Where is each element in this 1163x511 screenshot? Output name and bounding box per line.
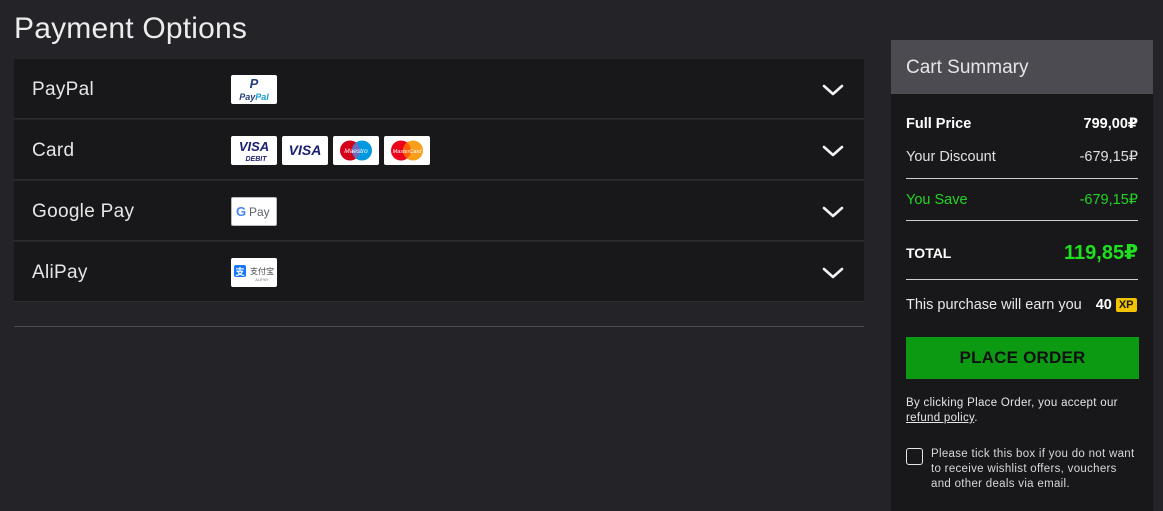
optout-text: Please tick this box if you do not want … — [931, 448, 1135, 490]
svg-text:PayPal: PayPal — [239, 92, 269, 102]
payment-option-paypal[interactable]: PayPal P PayPal — [14, 59, 864, 119]
svg-text:G: G — [236, 204, 246, 219]
maestro-logo-icon: Maestro — [333, 136, 379, 165]
you-save-value: -679,15₽ — [1079, 192, 1138, 208]
payment-logos: P PayPal — [231, 75, 277, 104]
you-save-row: You Save -679,15₽ — [906, 192, 1138, 208]
cart-summary-title: Cart Summary — [891, 40, 1153, 94]
page-title: Payment Options — [14, 12, 248, 45]
full-price-label: Full Price — [906, 116, 972, 132]
divider — [906, 220, 1138, 221]
payment-option-label: Card — [32, 140, 75, 161]
chevron-down-icon[interactable] — [822, 205, 844, 219]
payment-methods-list: PayPal P PayPal Card VISA DEBIT VISA Mae… — [14, 59, 864, 302]
discount-label: Your Discount — [906, 149, 996, 165]
divider — [14, 326, 864, 327]
payment-logos: VISA DEBIT VISA Maestro MasterCard — [231, 136, 430, 165]
you-save-label: You Save — [906, 192, 968, 208]
full-price-value: 799,00₽ — [1083, 116, 1138, 132]
svg-text:DEBIT: DEBIT — [246, 156, 268, 163]
payment-option-card[interactable]: Card VISA DEBIT VISA Maestro MasterCard — [14, 120, 864, 180]
svg-text:MasterCard: MasterCard — [393, 149, 423, 155]
svg-text:支: 支 — [234, 266, 245, 278]
alipay-logo-icon: 支 支付宝 ALIPAY — [231, 258, 277, 287]
full-price-row: Full Price 799,00₽ — [906, 116, 1138, 132]
wishlist-optout: Please tick this box if you do not want … — [906, 447, 1138, 492]
terms-prefix: By clicking Place Order, you accept our — [906, 397, 1118, 409]
google-pay-logo-icon: G Pay — [231, 197, 277, 226]
svg-text:ALIPAY: ALIPAY — [255, 277, 269, 282]
terms-suffix: . — [974, 412, 978, 424]
refund-policy-link[interactable]: refund policy — [906, 412, 974, 424]
cart-summary-panel: Cart Summary Full Price 799,00₽ Your Dis… — [891, 40, 1153, 511]
svg-text:VISA: VISA — [289, 142, 322, 158]
discount-value: -679,15₽ — [1079, 149, 1138, 165]
divider — [906, 178, 1138, 179]
paypal-logo-icon: P PayPal — [231, 75, 277, 104]
payment-option-google-pay[interactable]: Google Pay G Pay — [14, 181, 864, 241]
svg-text:Pay: Pay — [249, 205, 270, 219]
payment-logos: 支 支付宝 ALIPAY — [231, 258, 277, 287]
svg-text:Maestro: Maestro — [344, 148, 368, 155]
xp-value: 40 — [1095, 297, 1112, 313]
place-order-button[interactable]: PLACE ORDER — [906, 337, 1139, 379]
chevron-down-icon[interactable] — [822, 144, 844, 158]
visa-logo-icon: VISA — [282, 136, 328, 165]
payment-logos: G Pay — [231, 197, 277, 226]
chevron-down-icon[interactable] — [822, 266, 844, 280]
xp-badge: XP — [1115, 298, 1137, 312]
svg-text:VISA: VISA — [239, 139, 269, 154]
total-row: TOTAL 119,85₽ — [906, 240, 1138, 265]
xp-earn-text: This purchase will earn you — [906, 297, 1082, 313]
payment-option-label: PayPal — [32, 79, 95, 100]
payment-option-label: Google Pay — [32, 201, 135, 222]
divider — [906, 279, 1138, 280]
svg-text:P: P — [250, 76, 259, 91]
terms-text: By clicking Place Order, you accept our … — [906, 396, 1138, 426]
payment-option-alipay[interactable]: AliPay 支 支付宝 ALIPAY — [14, 242, 864, 302]
visa-debit-logo-icon: VISA DEBIT — [231, 136, 277, 165]
optout-checkbox[interactable] — [906, 448, 923, 465]
svg-text:支付宝: 支付宝 — [250, 266, 274, 276]
mastercard-logo-icon: MasterCard — [384, 136, 430, 165]
total-label: TOTAL — [906, 244, 952, 261]
discount-row: Your Discount -679,15₽ — [906, 149, 1138, 165]
xp-earn-row: This purchase will earn you 40 XP — [906, 297, 1138, 313]
chevron-down-icon[interactable] — [822, 83, 844, 97]
total-value: 119,85₽ — [1064, 242, 1138, 264]
payment-option-label: AliPay — [32, 262, 88, 283]
